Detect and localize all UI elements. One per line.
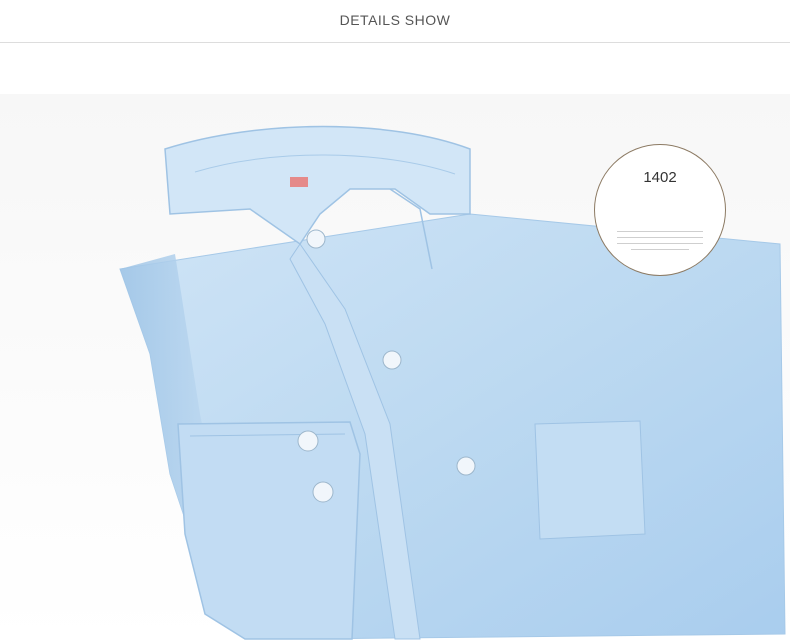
badge-text-line (617, 231, 703, 232)
badge-text-line (617, 237, 703, 238)
shirt-cuff (177, 421, 361, 640)
badge-text-line (631, 249, 689, 250)
chest-pocket (534, 420, 646, 540)
header-divider (0, 42, 790, 43)
badge-text-line (617, 243, 703, 244)
button (456, 456, 476, 476)
cuff-button (312, 481, 334, 503)
section-title: DETAILS SHOW (339, 12, 451, 28)
size-tag (290, 177, 308, 187)
product-code: 1402 (643, 169, 677, 186)
button (382, 350, 402, 370)
section-header: DETAILS SHOW (0, 0, 790, 44)
button (306, 229, 326, 249)
cuff-button (297, 430, 319, 452)
product-code-badge: 1402 (594, 144, 726, 276)
